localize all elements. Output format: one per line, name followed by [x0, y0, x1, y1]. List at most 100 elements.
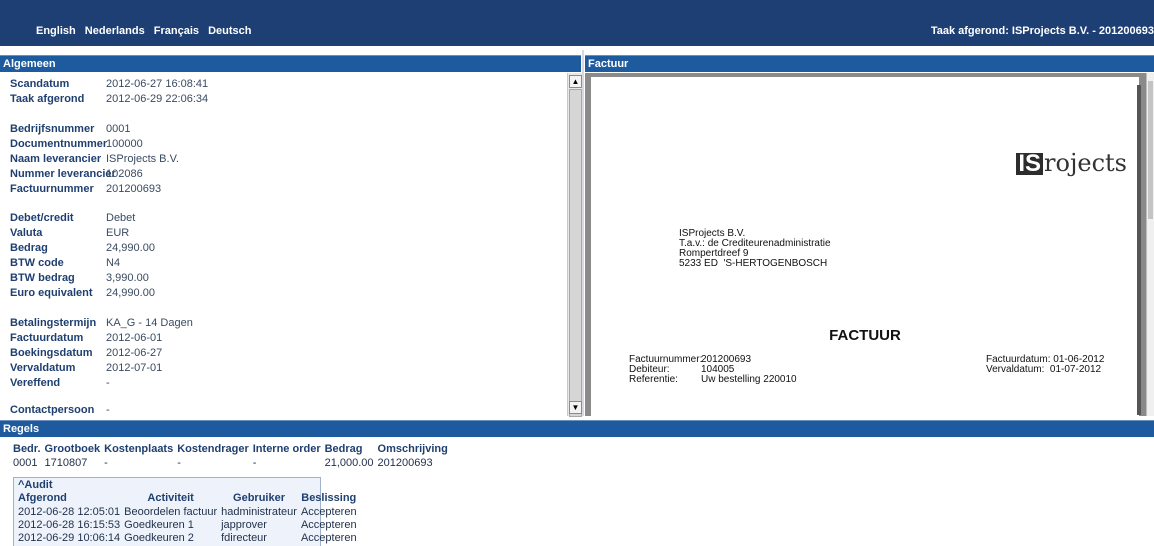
scroll-down-arrow-icon[interactable]: ▼ — [569, 401, 582, 414]
language-english-link[interactable]: English — [36, 25, 76, 37]
invoice-meta-right: Factuurdatum: 01-06-2012 Vervaldatum: 01… — [986, 355, 1104, 375]
field-label: Bedrag — [10, 242, 48, 254]
cell-gebruiker: japprover — [221, 518, 267, 531]
field-bedrag: Bedrag 24,990.00 — [10, 241, 155, 256]
language-french-link[interactable]: Français — [154, 25, 199, 37]
field-label: Vereffend — [10, 377, 61, 389]
field-btw-bedrag: BTW bedrag 3,990.00 — [10, 271, 149, 286]
field-label: Factuurnummer — [10, 183, 94, 195]
page-edge — [1137, 85, 1141, 415]
lines-header-row: Bedr. Grootboek Kostenplaats Kostendrage… — [13, 442, 452, 456]
field-value: 2012-06-27 — [106, 347, 163, 359]
lines-panel-header: Regels — [0, 420, 1154, 437]
invoice-meta-left: Factuurnummer:201200693 Debiteur: 104005 … — [629, 355, 797, 385]
general-scrollbar[interactable]: ▲ ▼ — [567, 73, 582, 417]
field-label: Betalingstermijn — [10, 317, 97, 329]
table-row: 0001 1710807 - - - 21,000.00 201200693 — [13, 456, 452, 469]
table-row: 2012-06-28 16:15:53 Goedkeuren 1 japprov… — [16, 518, 359, 531]
field-vereffend: Vereffend - — [10, 376, 110, 391]
cell-afgerond: 2012-06-28 12:05:01 — [18, 505, 121, 518]
field-label: BTW code — [10, 257, 64, 269]
field-value: N4 — [106, 257, 121, 269]
field-label: Contactpersoon — [10, 404, 95, 416]
field-value: 3,990.00 — [106, 272, 149, 284]
field-value: 102086 — [106, 168, 143, 180]
field-label: Euro equivalent — [10, 287, 93, 299]
col-omschrijving: Omschrijving — [377, 443, 448, 455]
field-label: BTW bedrag — [10, 272, 75, 284]
field-naam-leverancier: Naam leverancier ISProjects B.V. — [10, 152, 179, 167]
field-nummer-leverancier: Nummer leverancier102086 — [10, 167, 143, 182]
address-line: 5233 ED 'S-HERTOGENBOSCH — [679, 258, 828, 269]
cell-beslissing: Accepteren — [300, 518, 357, 531]
field-value: ISProjects B.V. — [106, 153, 179, 165]
cell-afgerond: 2012-06-29 10:06:14 — [18, 531, 121, 544]
field-label: Nummer leverancier — [10, 168, 116, 180]
audit-toggle[interactable]: ^Audit — [18, 479, 53, 491]
col-activiteit: Activiteit — [147, 492, 194, 504]
field-betalingstermijn: Betalingstermijn KA_G - 14 Dagen — [10, 316, 193, 331]
field-label: Naam leverancier — [10, 153, 102, 165]
meta-key: Referentie: — [629, 374, 678, 385]
cell-kostenplaats: - — [104, 456, 108, 469]
field-value: 24,990.00 — [106, 287, 155, 299]
col-afgerond: Afgerond — [18, 492, 67, 504]
scrollbar-thumb[interactable] — [569, 89, 582, 417]
language-dutch-link[interactable]: Nederlands — [85, 25, 145, 37]
cell-gebruiker: hadministrateur — [221, 505, 297, 518]
viewer-scrollbar[interactable] — [1146, 73, 1154, 416]
panel-splitter[interactable] — [582, 50, 584, 416]
col-beslissing: Beslissing — [301, 492, 357, 504]
audit-panel: ^Audit Afgerond Activiteit Gebruiker Bes… — [13, 477, 357, 546]
language-menu: English Nederlands Français Deutsch — [36, 25, 258, 37]
general-fields-list: Scandatum 2012-06-27 16:08:41 Taak afgero… — [0, 73, 567, 416]
field-label: Vervaldatum — [10, 362, 76, 374]
field-bedrijfsnummer: Bedrijfsnummer 0001 — [10, 122, 130, 137]
invoice-viewer[interactable]: IS rojects ISProjects B.V. T.a.v.: de Cre… — [585, 73, 1154, 416]
col-gebruiker: Gebruiker — [233, 492, 285, 504]
col-grootboek: Grootboek — [44, 443, 101, 455]
cell-beslissing: Accepteren — [300, 505, 357, 518]
field-documentnummer: Documentnummer100000 — [10, 137, 143, 152]
invoice-due-date: Vervaldatum: 01-07-2012 — [986, 364, 1102, 375]
cell-kostendrager: - — [177, 456, 181, 469]
field-label: Valuta — [10, 227, 43, 239]
field-value: - — [106, 404, 110, 416]
field-valuta: Valuta EUR — [10, 226, 129, 241]
col-interne-order: Interne order — [252, 443, 321, 455]
field-value: 2012-06-27 16:08:41 — [106, 78, 209, 90]
cell-omschrijving: 201200693 — [377, 456, 433, 469]
scroll-up-arrow-icon[interactable]: ▲ — [569, 75, 582, 88]
col-kostenplaats: Kostenplaats — [104, 443, 174, 455]
field-label: Scandatum — [10, 78, 70, 90]
audit-header-row: Afgerond Activiteit Gebruiker Beslissing — [16, 491, 359, 505]
general-panel-header: Algemeen — [0, 55, 581, 72]
field-btw-code: BTW code N4 — [10, 256, 120, 271]
audit-table: Afgerond Activiteit Gebruiker Beslissing… — [16, 491, 359, 544]
field-value: EUR — [106, 227, 130, 239]
field-contactpersoon: Contactpersoon - — [10, 403, 110, 416]
field-scandatum: Scandatum 2012-06-27 16:08:41 — [10, 77, 208, 92]
cell-interne-order: - — [252, 456, 257, 469]
field-taak-afgerond: Taak afgerond 2012-06-29 22:06:34 — [10, 92, 208, 107]
invoice-meta-row: Referentie: Uw bestelling 220010 — [629, 375, 797, 385]
field-label: Taak afgerond — [10, 93, 85, 105]
top-bar: English Nederlands Français Deutsch Taak… — [0, 0, 1154, 46]
field-value: Debet — [106, 212, 136, 224]
field-value: 24,990.00 — [106, 242, 155, 254]
viewer-scrollbar-thumb[interactable] — [1148, 81, 1153, 219]
field-factuurdatum: Factuurdatum 2012-06-01 — [10, 331, 162, 346]
table-row: 2012-06-28 12:05:01 Beoordelen factuur h… — [16, 505, 359, 518]
col-bedrag: Bedrag — [324, 443, 363, 455]
cell-activiteit: Goedkeuren 2 — [124, 531, 194, 544]
cell-bedr: 0001 — [13, 456, 38, 469]
field-value: 100000 — [106, 138, 143, 150]
field-value: KA_G - 14 Dagen — [106, 317, 193, 329]
cell-activiteit: Beoordelen factuur — [124, 505, 218, 518]
col-bedr: Bedr. — [13, 443, 41, 455]
cell-afgerond: 2012-06-28 16:15:53 — [18, 518, 121, 531]
language-german-link[interactable]: Deutsch — [208, 25, 251, 37]
cell-gebruiker: fdirecteur — [221, 531, 267, 544]
field-value: - — [106, 377, 110, 389]
table-row: 2012-06-29 10:06:14 Goedkeuren 2 fdirect… — [16, 531, 359, 544]
